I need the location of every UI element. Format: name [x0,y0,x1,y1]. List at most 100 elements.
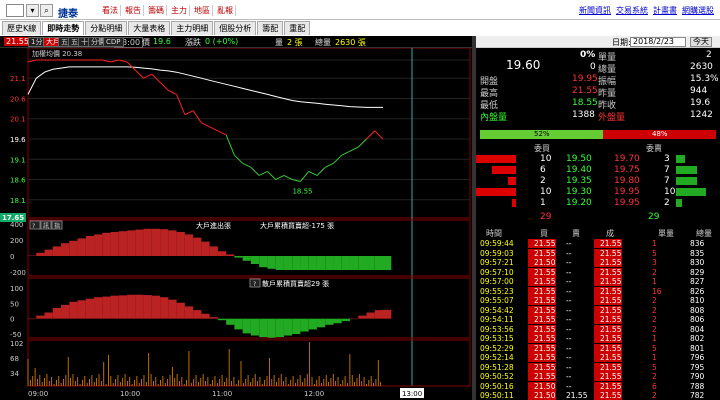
tab-item[interactable]: 個股分析 [214,21,257,35]
tab-item[interactable]: 分點明細 [85,21,128,35]
order-book: 委買 委賣 10 19.50 19.70 3 6 19.40 19.75 7 2 19.35 19.80… [476,142,720,228]
tab-item[interactable]: 即時走勢 [42,21,85,35]
panel2-bar [69,301,78,319]
panel2-bar [61,304,70,319]
trade-cell: 21.55 [600,372,622,381]
panel1-button-label: 訊 [43,222,49,230]
info-value: 15.3% [690,74,719,84]
info-value: 1388 [572,110,595,120]
header-link[interactable]: 新聞資訊 [579,5,611,16]
date-picker[interactable]: 2018/2/23 [630,37,686,47]
buy-sell-ratio-bar: 52% 48% [480,130,716,139]
menu-item[interactable]: 地區 [192,5,213,16]
bid-price[interactable]: 19.35 [566,176,592,186]
trade-ticks[interactable]: 時間買賣成單量 總量 09:59:44 21.55 -- 21.55 1 836 09:59:0… [476,228,720,400]
trade-header: 單量 [658,229,674,238]
price-line-segment [242,162,252,168]
trade-cell: -- [566,334,572,343]
trade-cell: 5 [652,362,657,372]
tab-item[interactable]: 大量表格 [128,21,171,35]
ask-price[interactable]: 19.70 [614,154,640,164]
panel1-bar [383,256,392,270]
panel2-bar [300,318,309,332]
trade-cell: 2 [652,324,657,334]
panel1-bar [160,229,169,256]
vol-label: 量 [275,38,283,47]
tab-item[interactable]: 籌配 [257,21,284,35]
panel1-y-tick: 400 [10,221,23,229]
date-bar: 日期: 2018/2/23 今天 [476,36,720,48]
trade-cell: 1 [652,334,657,343]
trade-cell: 836 [690,239,705,248]
price-line-segment [357,138,367,148]
menu-item[interactable]: 看法 [100,5,121,16]
trade-cell: 782 [690,391,705,400]
header-link[interactable]: 計畫書 [653,5,677,16]
bid-price[interactable]: 19.20 [566,198,592,208]
trade-cell: 21.55 [600,343,622,353]
ask-depth-bar [676,155,685,163]
trade-cell: 21.55 [600,248,622,258]
dropdown-button[interactable]: ▾ [26,4,39,17]
ask-price[interactable]: 19.95 [614,198,640,208]
panel1-bar [36,252,45,256]
trade-cell: 21.55 [534,305,556,315]
panel1-y-tick: -200 [10,269,26,277]
menu-item[interactable]: 主力 [169,5,190,16]
chart-mode-button[interactable]: CDP [103,37,124,47]
tab-item[interactable]: 主力明細 [171,21,214,35]
panel1-bar [52,246,62,256]
panel2-bar [259,318,268,338]
panel2-bar [374,310,383,319]
panel2-bar [366,312,375,319]
today-button[interactable]: 今天 [690,37,712,47]
trade-cell: 21.55 [600,353,622,362]
buy-pct: 52% [534,130,550,138]
price-line-segment [184,110,194,116]
trade-cell: 21.55 [534,315,556,324]
bid-price[interactable]: 19.50 [566,154,592,164]
trade-cell: -- [566,305,572,315]
trade-cell: 2 [652,315,657,324]
trade-cell: -- [566,381,572,391]
trade-cell: 21.55 [534,239,556,248]
trade-cell: 2 [652,267,657,277]
search-icon[interactable]: ⌕ [40,4,53,17]
ask-depth-bar [676,177,697,185]
tab-item[interactable]: 歷史K線 [2,21,42,35]
panel2-y-tick: 100 [10,285,23,293]
panel1-label-a: 大戶進出張 [196,221,231,230]
panel1-bar [374,256,383,270]
trade-cell: 21.55 [600,362,622,372]
trade-cell: 5 [652,343,657,353]
panel2-bar [316,318,326,328]
header-link[interactable]: 網購選股 [682,5,714,16]
stock-code-input[interactable] [6,4,24,17]
ask-price[interactable]: 19.75 [614,165,640,175]
ask-price[interactable]: 19.80 [614,176,640,186]
ask-qty: 2 [664,198,670,208]
trade-cell: 829 [690,267,705,277]
price-line-segment [267,171,277,180]
panel1-bar [366,256,375,270]
trade-cell: 21.55 [534,267,556,277]
price-line-segment [209,126,219,132]
intraday-chart[interactable]: 21.120.620.119.619.118.618.117.65加權均價 20… [0,48,472,400]
menu-item[interactable]: 亂報 [215,5,236,16]
tab-item[interactable]: 重配 [284,21,311,35]
panel1-bar [77,238,86,256]
panel2-bar [118,295,128,319]
panel2-bar [143,295,152,319]
panel2-y-tick: -50 [10,331,21,339]
bid-price[interactable]: 19.40 [566,165,592,175]
bid-qty: 6 [540,165,546,175]
header-link[interactable]: 交易系統 [616,5,648,16]
price-line-segment [374,130,384,140]
bid-price[interactable]: 19.30 [566,187,592,197]
ask-price[interactable]: 19.95 [614,187,640,197]
menu-item[interactable]: 報告 [123,5,144,16]
menu-item[interactable]: 籌碼 [146,5,167,16]
price-line-segment [349,146,359,152]
bid-depth-bar [512,199,516,207]
panel2-bar [283,318,293,336]
